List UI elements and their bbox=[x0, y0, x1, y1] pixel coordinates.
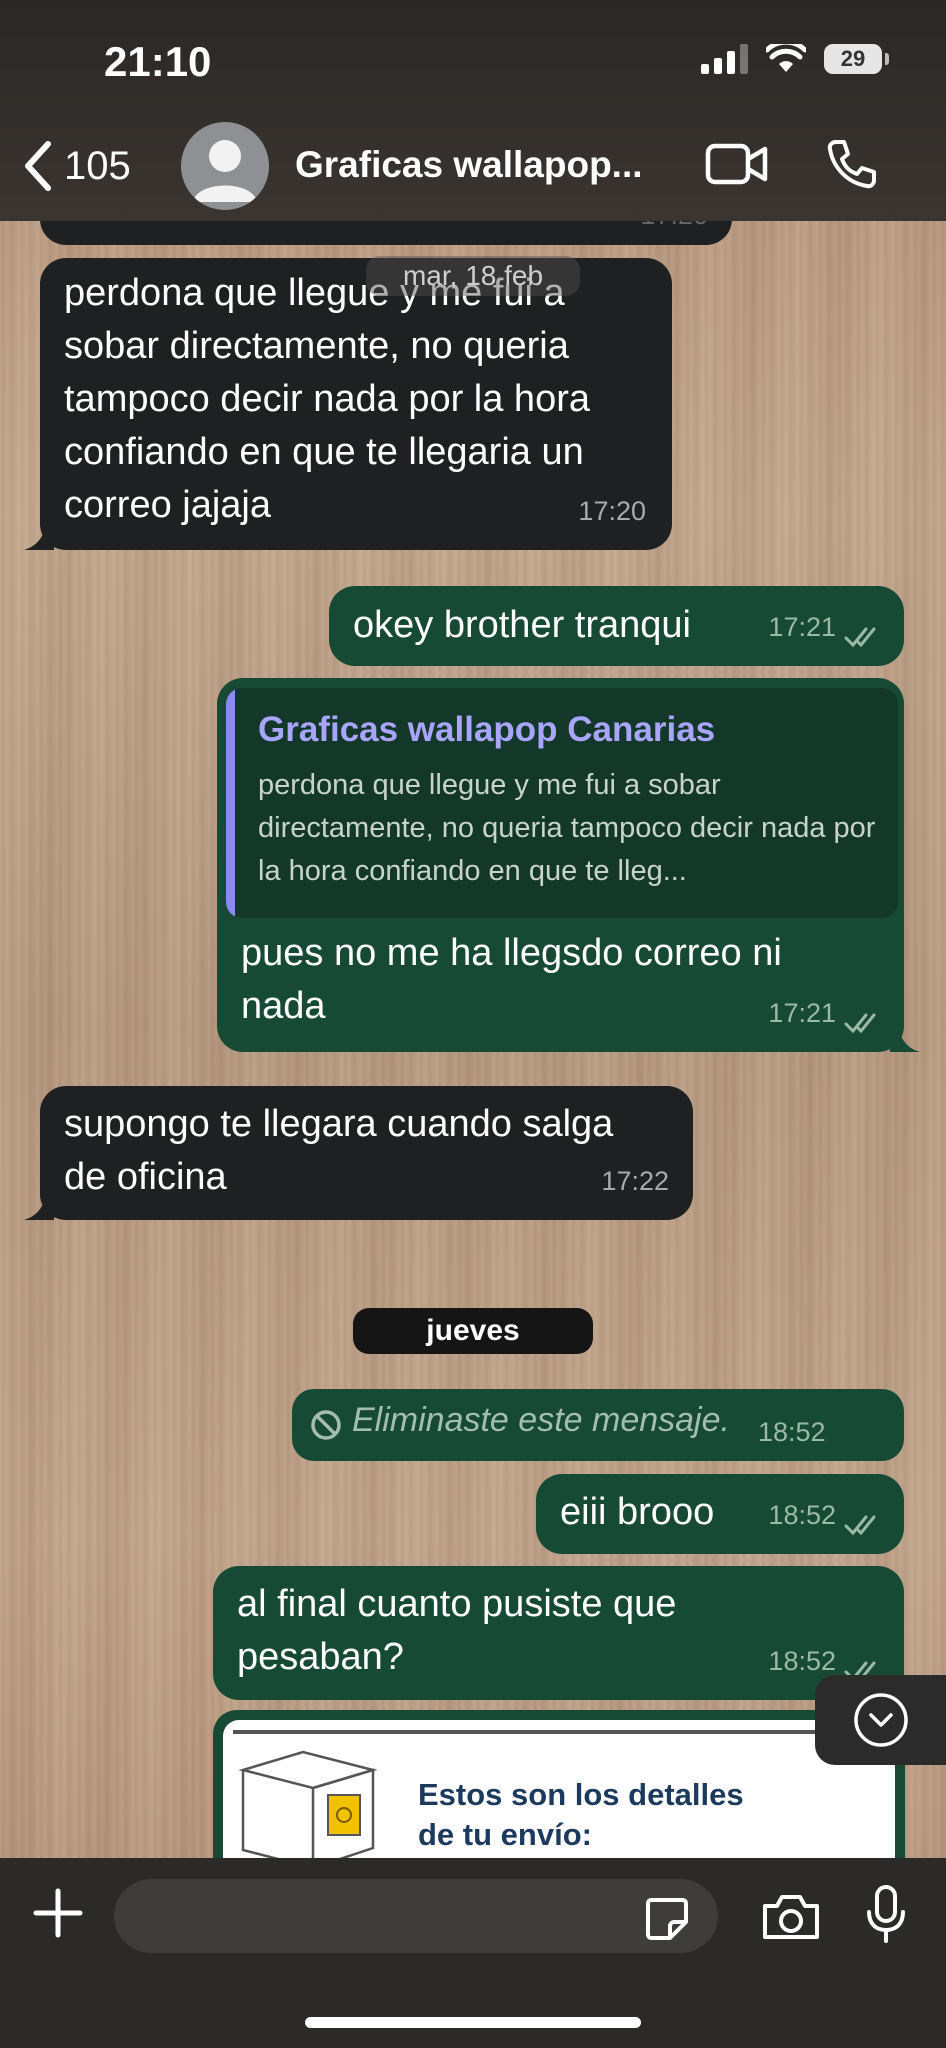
message-bubble-outgoing[interactable]: al final cuanto pusiste que pesaban? 18:… bbox=[213, 1566, 904, 1700]
message-time: 17:21 bbox=[768, 612, 836, 642]
shipment-image[interactable]: Estos son los detalles de tu envío: bbox=[223, 1720, 895, 1860]
plus-icon[interactable] bbox=[30, 1885, 86, 1941]
home-indicator bbox=[305, 2017, 641, 2028]
battery-level: 29 bbox=[840, 46, 866, 71]
double-check-icon bbox=[844, 1515, 876, 1536]
image-caption: Estos son los detalles de tu envío: bbox=[418, 1777, 744, 1852]
message-time: 17:20 bbox=[578, 496, 646, 526]
ban-icon bbox=[311, 1410, 341, 1440]
message-text: eiii brooo bbox=[560, 1491, 715, 1533]
chevron-left-icon bbox=[25, 141, 51, 191]
phone-icon[interactable] bbox=[826, 138, 878, 190]
back-button[interactable]: 105 bbox=[20, 140, 131, 192]
chat-header: 21:10 29 105 Graficas wallapop... bbox=[0, 0, 946, 221]
mic-icon[interactable] bbox=[864, 1884, 908, 1944]
quote-accent-bar bbox=[226, 688, 235, 918]
day-separator: jueves bbox=[353, 1308, 593, 1354]
bubble-tail bbox=[24, 520, 54, 550]
quote-author: Graficas wallapop Canarias bbox=[258, 710, 716, 749]
message-input[interactable] bbox=[114, 1879, 718, 1953]
message-text: supongo te llegara cuando salga de ofici… bbox=[64, 1103, 614, 1198]
bubble-tail bbox=[24, 1190, 54, 1220]
chat-title[interactable]: Graficas wallapop... bbox=[295, 144, 643, 186]
message-time: 18:52 bbox=[768, 1500, 836, 1530]
package-box-icon bbox=[238, 1750, 378, 1860]
message-bubble-outgoing[interactable]: eiii brooo 18:52 bbox=[536, 1474, 904, 1554]
message-time: 17:22 bbox=[601, 1166, 669, 1196]
scroll-down-icon bbox=[853, 1693, 908, 1747]
date-separator: mar, 18 feb bbox=[366, 256, 580, 296]
sticker-icon[interactable] bbox=[644, 1896, 690, 1942]
message-time: 18:52 bbox=[758, 1417, 826, 1447]
message-time: 17:21 bbox=[768, 998, 836, 1028]
battery-icon: 29 bbox=[824, 44, 889, 74]
scroll-to-bottom-button[interactable] bbox=[815, 1675, 946, 1765]
double-check-icon bbox=[844, 1013, 876, 1034]
double-check-icon bbox=[844, 627, 876, 648]
deleted-message-text: Eliminaste este mensaje. bbox=[352, 1401, 730, 1439]
signal-icon bbox=[701, 44, 748, 74]
message-bubble-incoming[interactable]: supongo te llegara cuando salga de ofici… bbox=[24, 1086, 693, 1220]
quoted-message[interactable]: Graficas wallapop Canarias perdona que l… bbox=[226, 688, 898, 918]
message-bubble-outgoing[interactable]: okey brother tranqui 17:21 bbox=[329, 586, 904, 666]
video-call-icon[interactable] bbox=[705, 140, 769, 188]
avatar-icon bbox=[193, 140, 257, 202]
quote-text: perdona que llegue y me fui a sobar dire… bbox=[258, 769, 876, 887]
bubble-tail bbox=[890, 1022, 920, 1052]
wifi-icon bbox=[766, 44, 806, 72]
avatar[interactable] bbox=[181, 122, 269, 210]
unread-count: 105 bbox=[64, 143, 131, 188]
message-bubble-incoming[interactable]: perdona que llegue y me fui a sobar dire… bbox=[24, 258, 672, 550]
deleted-message-bubble[interactable]: Eliminaste este mensaje. 18:52 bbox=[292, 1389, 904, 1461]
status-time: 21:10 bbox=[104, 38, 212, 85]
message-text: perdona que llegue y me fui a sobar dire… bbox=[64, 272, 590, 526]
camera-icon[interactable] bbox=[760, 1892, 822, 1942]
message-input-bar bbox=[0, 1858, 946, 2048]
status-icons: 29 bbox=[701, 44, 889, 74]
image-message-bubble[interactable]: Estos son los detalles de tu envío: bbox=[213, 1710, 905, 1860]
